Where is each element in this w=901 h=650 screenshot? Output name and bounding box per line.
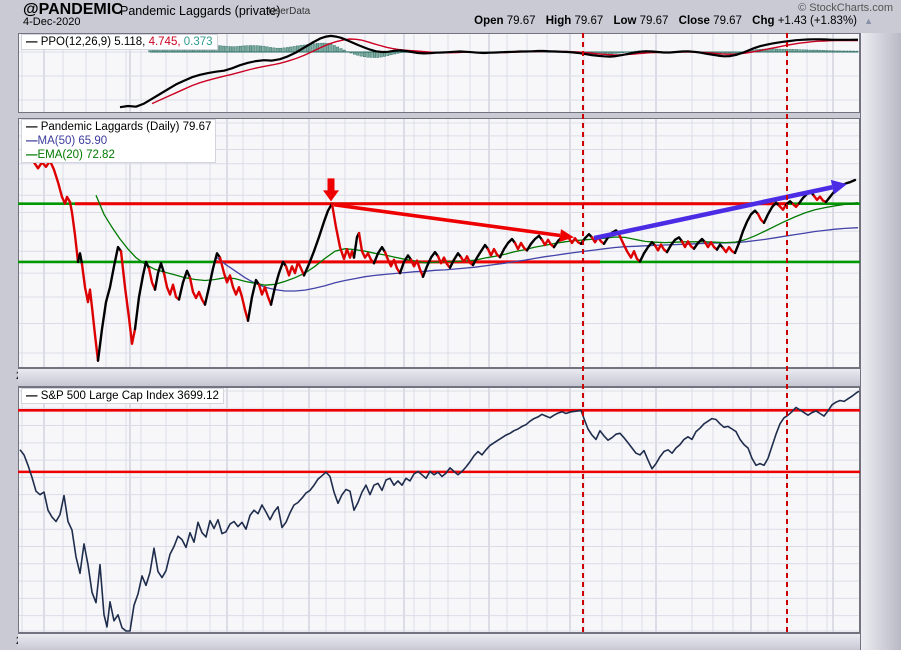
- close-label: Close: [678, 15, 710, 27]
- price-series-label: Pandemic Laggards (Daily) 79.67: [40, 121, 212, 133]
- date-axis-lower: [18, 633, 860, 650]
- ppo-value: 5.118,: [114, 36, 146, 48]
- ppo-hist-value: 0.373: [183, 36, 213, 48]
- sp500-legend: — S&P 500 Large Cap Index 3699.12: [21, 388, 224, 404]
- price-legend-line: — Pandemic Laggards (Daily) 79.67: [26, 121, 212, 133]
- copyright: © StockCharts.com: [798, 2, 893, 14]
- date-axis-upper: [18, 368, 860, 387]
- low-value: 79.67: [639, 15, 669, 27]
- ma50-legend-line: —MA(50) 65.90: [26, 135, 108, 147]
- high-value: 79.67: [574, 15, 604, 27]
- chart-date: 4-Dec-2020: [23, 16, 81, 28]
- price-legend: — Pandemic Laggards (Daily) 79.67 —MA(50…: [21, 119, 217, 163]
- chart-title: Pandemic Laggards (private): [120, 4, 281, 18]
- low-label: Low: [613, 15, 637, 27]
- close-value: 79.67: [713, 15, 742, 27]
- high-label: High: [545, 15, 572, 27]
- ppo-legend: — PPO(12,26,9) 5.118, 4.745, 0.373: [21, 34, 218, 50]
- sp500-label: S&P 500 Large Cap Index 3699.12: [40, 390, 219, 402]
- source-tag: UserData: [268, 6, 311, 17]
- ppo-signal-value: 4.745,: [148, 36, 181, 48]
- up-triangle-icon: ▲: [864, 16, 873, 26]
- y-axis-strip: [860, 33, 901, 650]
- ema20-legend-line: —EMA(20) 72.82: [26, 149, 115, 161]
- chg-label: Chg: [752, 15, 775, 27]
- ema20-label: EMA(20) 72.82: [37, 149, 115, 161]
- ohlc-quote: Open 79.67 High 79.67 Low 79.67 Close 79…: [467, 15, 857, 27]
- ppo-line-swatch: —: [26, 36, 38, 48]
- chart-page: @PANDEMIC Pandemic Laggards (private) Us…: [0, 0, 901, 650]
- sp500-swatch: —: [26, 390, 38, 402]
- open-value: 79.67: [506, 15, 536, 27]
- chg-value: +1.43 (+1.83%): [777, 15, 857, 27]
- sp500-panel: [18, 387, 860, 633]
- ma50-label: MA(50) 65.90: [37, 135, 108, 147]
- ppo-legend-label: PPO(12,26,9): [40, 36, 112, 48]
- open-label: Open: [474, 15, 504, 27]
